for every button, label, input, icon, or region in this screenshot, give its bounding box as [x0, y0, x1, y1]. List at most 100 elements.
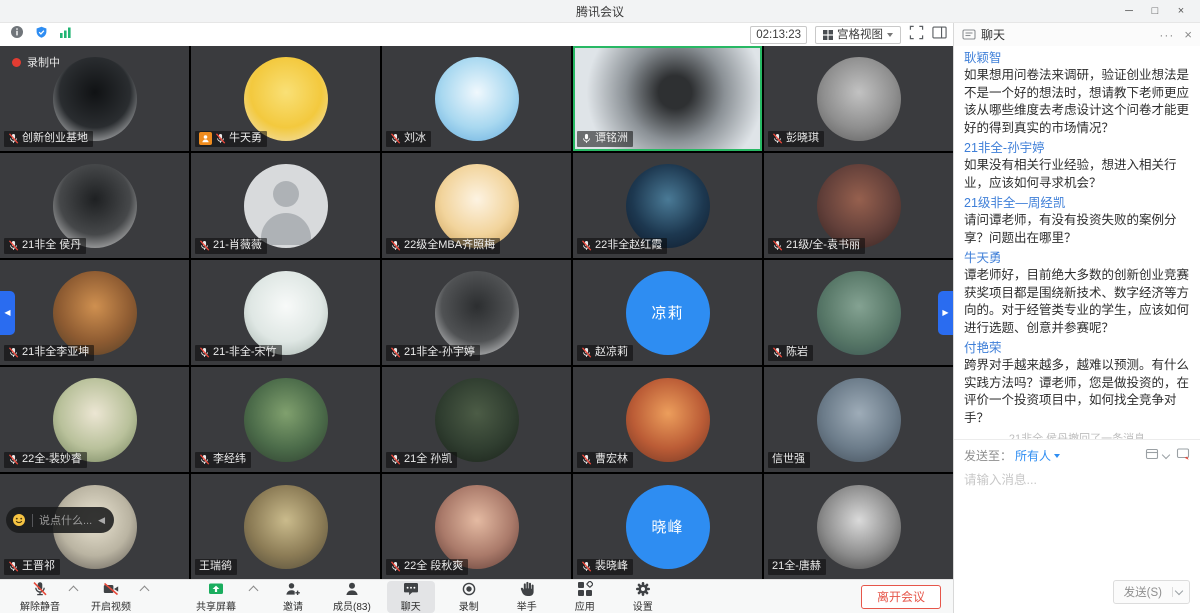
avatar [435, 378, 519, 462]
toolbar-item[interactable]: 聊天 [387, 581, 435, 613]
message-sender: 耿颖智 [964, 49, 1190, 67]
meeting-toolbar: 02:13:23 宫格视图 [0, 23, 953, 46]
maximize-button[interactable]: □ [1142, 1, 1168, 21]
mic-muted-icon [8, 347, 19, 358]
participant-tile[interactable]: 牛天勇 [191, 46, 380, 151]
collapse-arrow-icon[interactable]: ◀ [98, 515, 105, 526]
chat-input[interactable] [954, 466, 1200, 580]
participant-name: 彭晓琪 [786, 132, 819, 145]
chat-window-caret-icon[interactable] [1162, 450, 1170, 458]
leave-meeting-button[interactable]: 离开会议 [861, 585, 941, 609]
mic-muted-icon [215, 133, 226, 144]
emoji-icon[interactable] [12, 513, 26, 527]
participant-tile[interactable]: 21非全 侯丹 [0, 153, 189, 258]
participant-tile[interactable]: 陈岩 [764, 260, 953, 365]
avatar [817, 57, 901, 141]
participant-tile[interactable]: 21非全李亚坤 [0, 260, 189, 365]
participant-tile[interactable]: 李经纬 [191, 367, 380, 472]
chat-header-actions: ··· × [1159, 29, 1192, 41]
view-mode-button[interactable]: 宫格视图 [815, 26, 901, 44]
toolbar-item-label: 开启视频 [91, 598, 131, 613]
participant-tile[interactable]: 21-肖薇薇 [191, 153, 380, 258]
participant-tile[interactable]: 21全-唐赫 [764, 474, 953, 579]
send-button[interactable]: 发送(S) [1113, 580, 1190, 604]
participant-tile[interactable]: 谭铭洲 [573, 46, 762, 151]
more-options-icon[interactable]: ··· [1159, 30, 1174, 40]
participant-tile[interactable]: 王瑞鹆 [191, 474, 380, 579]
fullscreen-icon[interactable] [909, 25, 924, 45]
participant-tile[interactable]: 22非全赵红霞 [573, 153, 762, 258]
avatar [626, 378, 710, 462]
quick-chat-placeholder[interactable]: 说点什么... [39, 512, 92, 528]
window-title: 腾讯会议 [0, 3, 1200, 20]
close-button[interactable]: × [1168, 1, 1194, 21]
network-signal-icon[interactable] [59, 25, 72, 44]
participant-tile[interactable]: 彭晓琪 [764, 46, 953, 151]
meeting-info-icon[interactable] [10, 25, 24, 44]
avatar [626, 164, 710, 248]
toolbar-item[interactable]: 开启视频 [85, 581, 137, 613]
avatar [53, 378, 137, 462]
chat-message: 21级非全—周经凯 请问谭老师，有没有投资失败的案例分享？问题出在哪里？ [964, 194, 1190, 247]
participant-tile[interactable]: 信世强 [764, 367, 953, 472]
avatar: 晓峰 [626, 485, 710, 569]
avatar [435, 485, 519, 569]
participant-tile[interactable]: 凉莉 赵凉莉 [573, 260, 762, 365]
chat-message: 付艳荣 跨界对手越来越多，越难以预测。有什么实践方法吗？谭老师，您是做投资的，在… [964, 339, 1190, 427]
participant-tile[interactable]: 22全 段秋爽 [382, 474, 571, 579]
minimize-button[interactable]: ─ [1116, 1, 1142, 21]
participant-name-label: 22级全MBA齐照梅 [386, 238, 500, 254]
toolbar-item[interactable]: 录制 [445, 581, 493, 613]
toolbar-item[interactable]: 设置 [619, 581, 667, 613]
chat-window-icon[interactable] [1145, 447, 1159, 464]
toolbar-right-group: 02:13:23 宫格视图 [750, 25, 947, 45]
message-text: 请问谭老师，有没有投资失败的案例分享？问题出在哪里？ [964, 212, 1190, 247]
toolbar-item[interactable]: 共享屏幕 [190, 581, 242, 613]
participant-tile[interactable]: 22级全MBA齐照梅 [382, 153, 571, 258]
chat-title: 聊天 [981, 26, 1005, 43]
participant-tile[interactable]: 21全 孙凯 [382, 367, 571, 472]
close-chat-icon[interactable]: × [1184, 29, 1192, 41]
expand-caret-icon[interactable] [140, 586, 150, 596]
participant-name-label: 21非全-孙宇婷 [386, 345, 480, 361]
participant-name: 裴晓峰 [595, 560, 628, 573]
toolbar-item[interactable]: 解除静音 [14, 581, 66, 613]
main-area: 02:13:23 宫格视图 录制中 ◀ ▶ [0, 23, 1200, 613]
next-page-arrow[interactable]: ▶ [938, 291, 953, 335]
toolbar-item[interactable]: 应用 [561, 581, 609, 613]
participant-name: 22非全赵红霞 [595, 239, 662, 252]
send-button-label[interactable]: 发送(S) [1114, 581, 1172, 603]
participant-tile[interactable]: 21非全-孙宇婷 [382, 260, 571, 365]
mic-muted-icon [8, 561, 19, 572]
avatar [817, 378, 901, 462]
participant-tile[interactable]: 21级/全-袁书丽 [764, 153, 953, 258]
message-text: 跨界对手越来越多，越难以预测。有什么实践方法吗？谭老师，您是做投资的，在评价一个… [964, 357, 1190, 427]
send-to-selector[interactable]: 所有人 [1015, 447, 1060, 464]
message-sender: 21级非全—周经凯 [964, 194, 1190, 212]
chat-message-list[interactable]: 耿颖智 如果想用问卷法来调研，验证创业想法是不是一个好的想法时，想请教下老师更应… [954, 46, 1200, 439]
send-to-label: 发送至： [964, 447, 1012, 464]
toolbar-item[interactable]: 成员(83) [327, 581, 377, 613]
recording-label: 录制中 [27, 54, 60, 70]
participant-tile[interactable]: 曹宏林 [573, 367, 762, 472]
screenshot-icon[interactable] [1176, 447, 1190, 464]
send-options-caret[interactable] [1172, 587, 1189, 597]
participant-tile[interactable]: 晓峰 裴晓峰 [573, 474, 762, 579]
expand-caret-icon[interactable] [249, 586, 259, 596]
prev-page-arrow[interactable]: ◀ [0, 291, 15, 335]
toolbar-item[interactable]: 邀请 [269, 581, 317, 613]
participant-tile[interactable]: 22全-裴妙睿 [0, 367, 189, 472]
participant-tile[interactable]: 21-非全-宋竹 [191, 260, 380, 365]
avatar [817, 164, 901, 248]
toolbar-item[interactable]: 举手 [503, 581, 551, 613]
participant-tile[interactable]: 刘冰 [382, 46, 571, 151]
participant-name: 曹宏林 [595, 453, 628, 466]
titlebar: 腾讯会议 ─ □ × [0, 0, 1200, 23]
quick-chat-pill[interactable]: 说点什么... ◀ [6, 507, 114, 533]
mic-muted-icon [581, 454, 592, 465]
security-shield-icon[interactable] [35, 26, 48, 44]
side-panel-toggle-icon[interactable] [932, 25, 947, 45]
mic-muted-icon [390, 240, 401, 251]
participant-name-label: 21-非全-宋竹 [195, 345, 282, 361]
expand-caret-icon[interactable] [69, 586, 79, 596]
